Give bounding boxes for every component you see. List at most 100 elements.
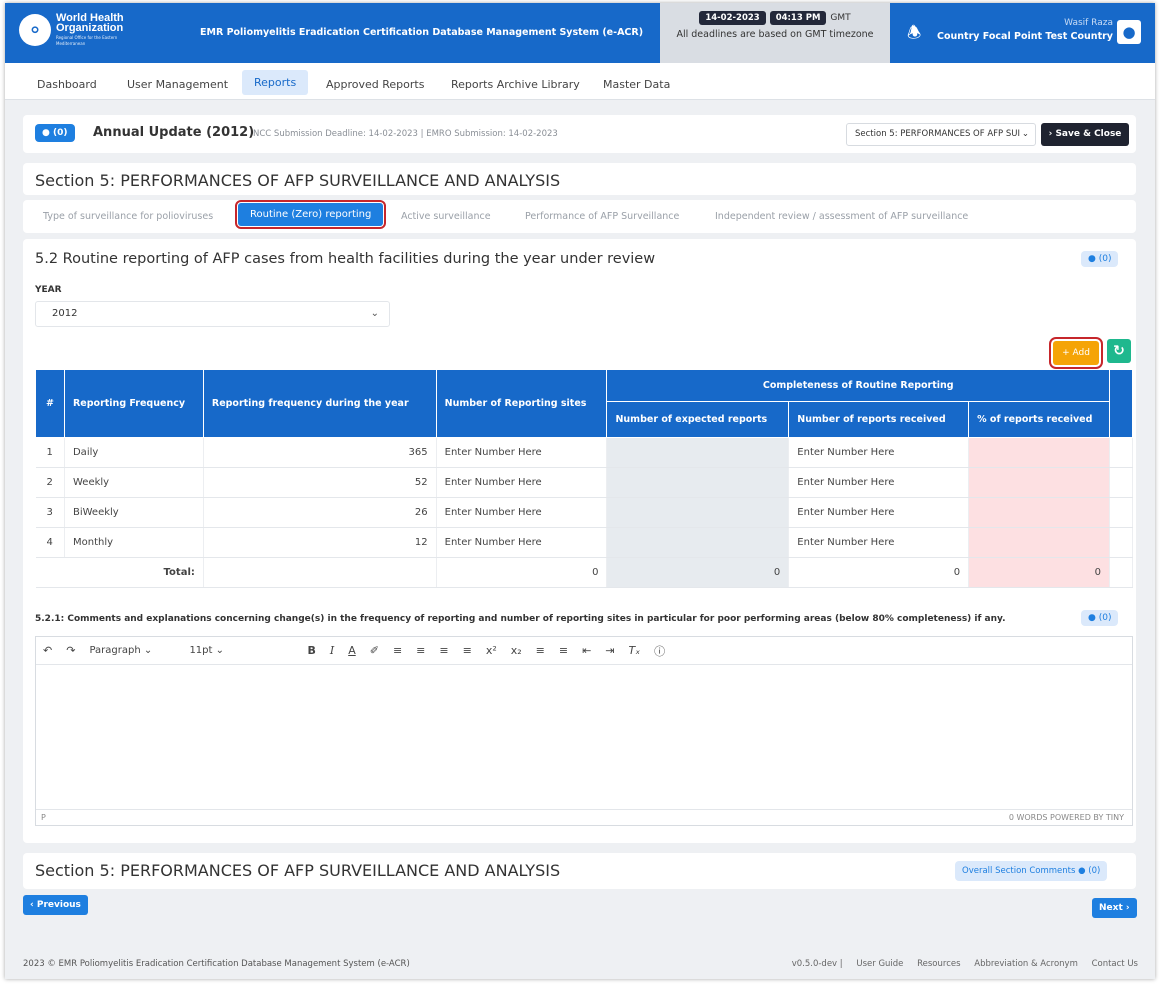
annual-update-bar: ● (0) Annual Update (2012) NCC Submissio… [23,115,1136,153]
superscript-icon[interactable]: x² [479,644,504,657]
nav-reports-archive-library[interactable]: Reports Archive Library [441,73,590,96]
chevron-down-icon: ⌄ [215,645,225,656]
footer-copyright: 2023 © EMR Poliomyelitis Eradication Cer… [23,959,410,969]
nav-reports[interactable]: Reports [242,70,309,95]
chevron-down-icon: ⌄ [370,308,379,319]
help-icon[interactable]: ⓘ [647,643,672,659]
reports-received-input[interactable]: Enter Number Here [788,527,970,558]
total-expected: 0 [606,557,790,588]
section-select[interactable]: Section 5: PERFORMANCES OF AFP SUI ⌄ [846,123,1036,146]
reporting-sites-input[interactable]: Enter Number Here [436,437,608,468]
tab-active-surveillance[interactable]: Active surveillance [401,211,491,222]
nav-master-data[interactable]: Master Data [593,73,680,96]
reports-received-input[interactable]: Enter Number Here [788,497,970,528]
outdent-icon[interactable]: ⇤ [575,644,598,657]
col-header-received: Number of reports received [788,401,970,438]
plus-icon: + [1062,348,1070,358]
reporting-sites-input[interactable]: Enter Number Here [436,497,608,528]
comment-icon: ● [1078,866,1086,876]
user-avatar-icon[interactable]: ● [1117,20,1141,44]
clear-format-icon[interactable]: Tₓ [622,644,648,657]
col-header-num: # [35,369,65,438]
bold-icon[interactable]: B [300,644,322,657]
tab-performance-afp[interactable]: Performance of AFP Surveillance [525,211,679,222]
deadline-note: All deadlines are based on GMT timezone [676,29,874,40]
time-panel: 14-02-2023 04:13 PM GMT All deadlines ar… [660,3,890,63]
globe-icon: ⚬ [19,14,51,46]
bell-icon[interactable]: 🕭 [907,22,921,49]
comments-label: 5.2.1: Comments and explanations concern… [35,614,1006,624]
redo-icon[interactable]: ↷ [59,644,82,657]
word-count: 0 WORDS POWERED BY TINY [1008,813,1124,822]
undo-icon[interactable]: ↶ [36,644,59,657]
tab-independent-review[interactable]: Independent review / assessment of AFP s… [715,211,968,222]
reports-received-input[interactable]: Enter Number Here [788,467,970,498]
user-role: Country Focal Point Test Country [937,31,1113,42]
chevron-down-icon: ⌄ [1021,129,1029,139]
routine-reporting-table: # Reporting Frequency Reporting frequenc… [35,369,1134,588]
nav-approved-reports[interactable]: Approved Reports [316,73,434,96]
app-window: ⚬ World Health Organization Regional Off… [5,3,1155,979]
highlight-icon[interactable]: ✐ [363,644,386,657]
subscript-icon[interactable]: x₂ [504,644,529,657]
format-select[interactable]: Paragraph ⌄ [82,645,182,656]
tab-type-of-surveillance[interactable]: Type of surveillance for polioviruses [43,211,213,222]
text-color-icon[interactable]: A [341,644,363,657]
chevron-down-icon: ⌄ [143,645,153,656]
subsection-comments-button[interactable]: ● (0) [1081,251,1119,267]
who-logo[interactable]: ⚬ World Health Organization Regional Off… [19,13,146,47]
reports-received-input[interactable]: Enter Number Here [788,437,970,468]
next-button[interactable]: Next › [1092,898,1137,918]
year-select[interactable]: 2012 ⌄ [35,301,390,327]
previous-button[interactable]: ‹ Previous [23,895,88,915]
refresh-icon[interactable]: ↻ [1107,339,1131,363]
editor-path: P [41,813,46,822]
footer-link-abbreviation[interactable]: Abbreviation & Acronym [974,959,1078,969]
footer-link-resources[interactable]: Resources [917,959,960,969]
indent-icon[interactable]: ⇥ [598,644,621,657]
editor-statusbar: P 0 WORDS POWERED BY TINY [36,809,1132,825]
total-sites: 0 [436,557,608,588]
table-row: 2 Weekly 52 Enter Number Here Enter Numb… [35,467,1134,498]
report-comments-button[interactable]: ● (0) [35,124,75,142]
footer-link-contact[interactable]: Contact Us [1092,959,1138,969]
numbered-list-icon[interactable]: ≡ [552,644,575,657]
expected-reports-cell [606,437,790,468]
total-received: 0 [788,557,970,588]
nav-dashboard[interactable]: Dashboard [27,73,107,96]
bullet-list-icon[interactable]: ≡ [529,644,552,657]
main-nav: Dashboard User Management Reports Approv… [5,63,1155,100]
align-center-icon[interactable]: ≡ [409,644,432,657]
reporting-sites-input[interactable]: Enter Number Here [436,527,608,558]
footer-link-user-guide[interactable]: User Guide [856,959,903,969]
routine-reporting-card: 5.2 Routine reporting of AFP cases from … [23,239,1136,843]
font-size-select[interactable]: 11pt ⌄ [182,645,300,656]
chevron-right-icon: › [1048,129,1053,139]
page-footer: 2023 © EMR Poliomyelitis Eradication Cer… [5,945,1155,979]
editor-body[interactable] [36,665,1132,809]
comment-icon: ● [1088,613,1096,623]
add-row-button[interactable]: + Add [1049,337,1103,369]
save-close-button[interactable]: › Save & Close [1041,123,1129,146]
col-header-during-year: Reporting frequency during the year [202,369,437,438]
align-left-icon[interactable]: ≡ [386,644,409,657]
tab-routine-zero-reporting[interactable]: Routine (Zero) reporting [234,200,387,229]
expected-reports-cell [606,497,790,528]
nav-user-management[interactable]: User Management [117,73,238,96]
align-right-icon[interactable]: ≡ [432,644,455,657]
deadline-info: NCC Submission Deadline: 14-02-2023 | EM… [253,129,558,139]
total-label: Total: [35,557,204,588]
chevron-left-icon: ‹ [30,900,34,910]
justify-icon[interactable]: ≡ [456,644,479,657]
subsection-heading: 5.2 Routine reporting of AFP cases from … [35,251,656,267]
col-header-pct: % of reports received [968,401,1110,438]
reporting-sites-input[interactable]: Enter Number Here [436,467,608,498]
report-title: Annual Update (2012) [93,125,255,140]
table-row: 3 BiWeekly 26 Enter Number Here Enter Nu… [35,497,1134,528]
italic-icon[interactable]: I [323,644,341,657]
col-header-expected: Number of expected reports [606,401,790,438]
overall-section-comments-button[interactable]: Overall Section Comments ● (0) [955,861,1108,881]
comments-comment-button[interactable]: ● (0) [1081,610,1119,626]
rich-text-editor: ↶ ↷ Paragraph ⌄ 11pt ⌄ B I A ✐ ≡ ≡ ≡ ≡ x… [35,636,1133,826]
user-info[interactable]: Wasif Raza Country Focal Point Test Coun… [937,17,1113,43]
